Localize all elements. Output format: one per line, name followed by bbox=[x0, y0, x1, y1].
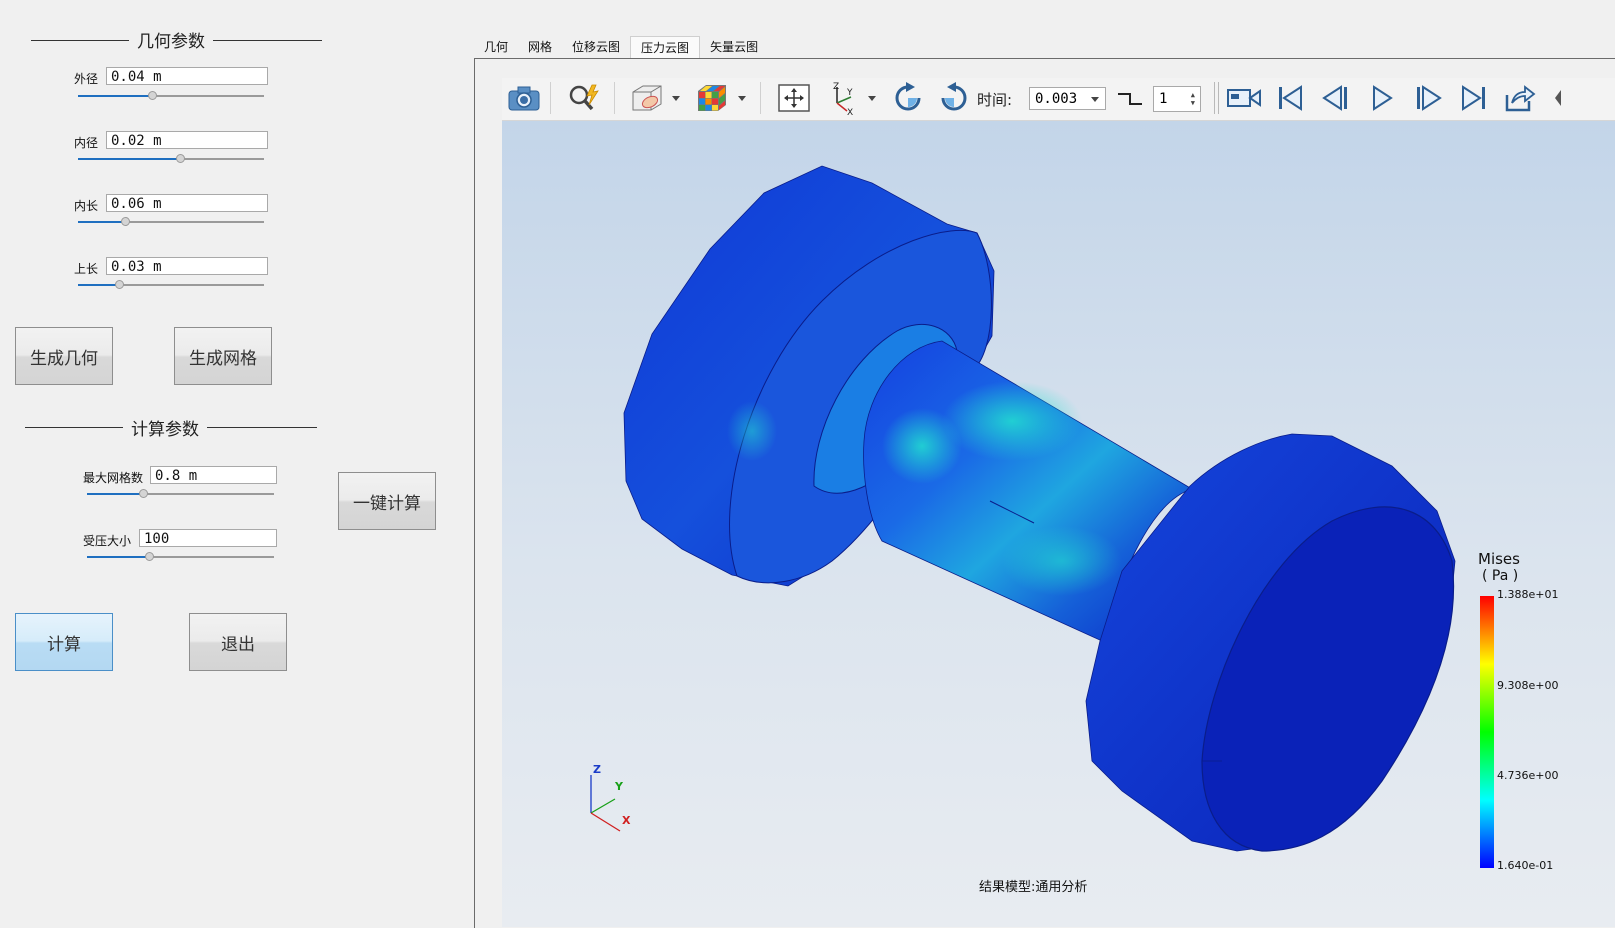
svg-text:X: X bbox=[847, 108, 853, 115]
axes-icon[interactable]: ZY X bbox=[824, 78, 860, 118]
axis-y-label: Y bbox=[615, 780, 623, 793]
compute-button[interactable]: 计算 bbox=[15, 613, 113, 671]
slider-thumb[interactable] bbox=[114, 280, 124, 289]
pressure-slider[interactable] bbox=[87, 552, 274, 562]
tab-displacement[interactable]: 位移云图 bbox=[562, 36, 630, 58]
last-frame-icon[interactable] bbox=[1454, 78, 1494, 118]
inner-length-slider[interactable] bbox=[78, 217, 264, 227]
step-icon bbox=[1112, 78, 1148, 118]
upper-length-label: 上长 bbox=[73, 262, 98, 276]
tab-mesh[interactable]: 网格 bbox=[518, 36, 562, 58]
time-select[interactable]: 0.003 bbox=[1029, 87, 1106, 110]
play-icon[interactable] bbox=[1362, 78, 1402, 118]
inner-length-label: 内长 bbox=[73, 199, 98, 213]
slider-thumb[interactable] bbox=[139, 489, 149, 498]
result-model-status: 结果模型:通用分析 bbox=[979, 880, 1088, 895]
slider-thumb[interactable] bbox=[148, 91, 158, 100]
slider-thumb[interactable] bbox=[176, 154, 186, 163]
spin-arrows-icon[interactable]: ▲ ▼ bbox=[1191, 91, 1195, 107]
tab-bar: 几何 网格 位移云图 压力云图 矢量云图 bbox=[474, 36, 768, 59]
legend-title: Mises bbox=[1478, 550, 1520, 568]
legend-tick: 1.640e-01 bbox=[1497, 859, 1554, 872]
export-icon[interactable] bbox=[1500, 78, 1540, 118]
legend-unit: ( Pa ) bbox=[1482, 568, 1519, 584]
legend-colorbar bbox=[1480, 596, 1494, 868]
more-tools-icon[interactable] bbox=[1552, 78, 1566, 118]
prev-frame-icon[interactable] bbox=[1316, 78, 1356, 118]
outer-diameter-label: 外径 bbox=[73, 72, 98, 86]
camera-icon[interactable] bbox=[506, 78, 542, 118]
magnifier-icon[interactable] bbox=[564, 78, 604, 118]
tab-geometry[interactable]: 几何 bbox=[474, 36, 518, 58]
axis-x-label: X bbox=[622, 814, 631, 827]
inner-diameter-slider[interactable] bbox=[78, 154, 264, 164]
calculation-section-title: 计算参数 bbox=[123, 415, 207, 440]
chevron-down-icon[interactable] bbox=[866, 78, 878, 118]
pressure-input[interactable]: 100 bbox=[139, 529, 277, 547]
generate-geometry-button[interactable]: 生成几何 bbox=[15, 327, 113, 385]
chevron-down-icon[interactable] bbox=[736, 78, 748, 118]
rotate-cw-icon[interactable] bbox=[888, 78, 928, 118]
slider-thumb[interactable] bbox=[120, 217, 130, 226]
upper-length-input[interactable]: 0.03 m bbox=[106, 257, 268, 275]
max-mesh-input[interactable]: 0.8 m bbox=[150, 466, 277, 484]
pressure-label: 受压大小 bbox=[82, 534, 131, 548]
toolbar: ZY X 时间: 0.003 1 ▲ ▼ bbox=[502, 78, 1615, 121]
axis-z-label: Z bbox=[593, 763, 601, 776]
exit-button[interactable]: 退出 bbox=[189, 613, 287, 671]
rubiks-cube-icon[interactable] bbox=[692, 78, 732, 118]
legend-tick: 1.388e+01 bbox=[1497, 588, 1559, 601]
step-spinbox-value: 1 bbox=[1159, 91, 1168, 107]
box-display-icon[interactable] bbox=[626, 78, 668, 118]
rotate-ccw-icon[interactable] bbox=[934, 78, 974, 118]
first-frame-icon[interactable] bbox=[1270, 78, 1310, 118]
geometry-section-title: 几何参数 bbox=[129, 27, 213, 52]
time-select-value: 0.003 bbox=[1035, 90, 1078, 107]
legend-tick: 9.308e+00 bbox=[1497, 679, 1559, 692]
time-label: 时间: bbox=[977, 91, 1013, 109]
inner-length-input[interactable]: 0.06 m bbox=[106, 194, 268, 212]
video-camera-icon[interactable] bbox=[1224, 78, 1264, 118]
inner-diameter-input[interactable]: 0.02 m bbox=[106, 131, 268, 149]
slider-thumb[interactable] bbox=[144, 552, 154, 561]
legend-tick: 4.736e+00 bbox=[1497, 769, 1559, 782]
outer-diameter-slider[interactable] bbox=[78, 91, 264, 101]
svg-text:Y: Y bbox=[846, 88, 853, 98]
outer-diameter-input[interactable]: 0.04 m bbox=[106, 67, 268, 85]
tab-pressure[interactable]: 压力云图 bbox=[630, 36, 701, 59]
fit-view-icon[interactable] bbox=[774, 78, 814, 118]
chevron-down-icon bbox=[1091, 97, 1099, 102]
inner-diameter-label: 内径 bbox=[73, 136, 98, 150]
max-mesh-label: 最大网格数 bbox=[82, 471, 143, 485]
svg-text:Z: Z bbox=[833, 82, 839, 92]
upper-length-slider[interactable] bbox=[78, 280, 264, 290]
3d-viewport[interactable]: Z Y X Mises ( Pa ) 1.388e+01 9.308e+00 4… bbox=[502, 121, 1615, 927]
max-mesh-slider[interactable] bbox=[87, 489, 274, 499]
one-click-compute-button[interactable]: 一键计算 bbox=[338, 472, 436, 530]
next-frame-icon[interactable] bbox=[1408, 78, 1448, 118]
step-spinbox[interactable]: 1 ▲ ▼ bbox=[1153, 86, 1201, 112]
stress-contour-model bbox=[623, 165, 1456, 852]
generate-mesh-button[interactable]: 生成网格 bbox=[174, 327, 272, 385]
chevron-down-icon[interactable] bbox=[670, 78, 682, 118]
tab-vector[interactable]: 矢量云图 bbox=[700, 36, 768, 58]
